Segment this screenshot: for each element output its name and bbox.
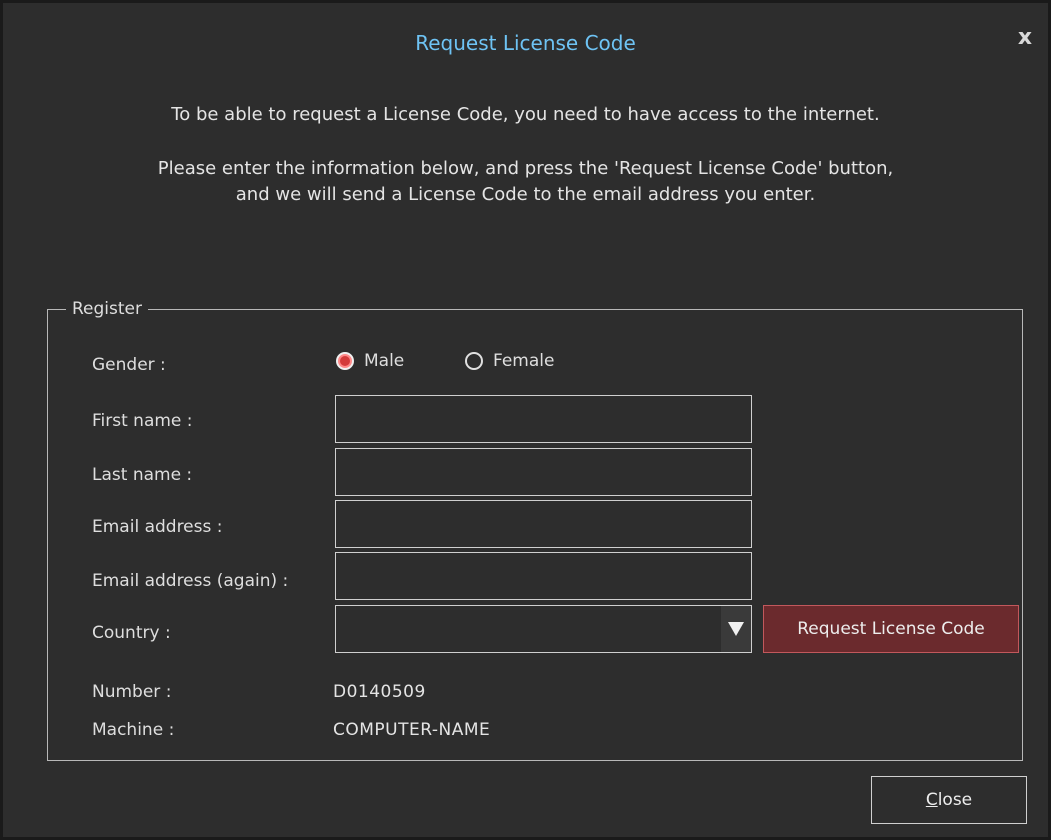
gender-male-label: Male <box>364 351 405 371</box>
dialog-title: Request License Code <box>415 31 636 55</box>
radio-unchecked-icon <box>465 352 483 370</box>
email-again-label: Email address (again) : <box>92 571 289 591</box>
gender-radio-female[interactable]: Female <box>465 349 554 373</box>
close-button[interactable]: Close <box>871 776 1027 824</box>
instructions-line-2: and we will send a License Code to the e… <box>235 184 816 205</box>
last-name-label: Last name : <box>92 465 193 485</box>
machine-value: COMPUTER-NAME <box>333 720 491 740</box>
email-again-input[interactable] <box>335 552 752 600</box>
first-name-label: First name : <box>92 411 193 431</box>
request-license-code-button[interactable]: Request License Code <box>763 605 1019 653</box>
close-button-mnemonic: C <box>925 790 938 810</box>
request-license-dialog: Request License Code x To be able to req… <box>0 0 1051 840</box>
gender-label: Gender : <box>92 355 166 375</box>
radio-checked-icon <box>336 352 354 370</box>
close-icon[interactable]: x <box>1014 27 1036 49</box>
close-button-label: lose <box>937 790 973 810</box>
instructions-text: Please enter the information below, and … <box>3 156 1048 208</box>
number-value: D0140509 <box>333 682 426 702</box>
machine-label: Machine : <box>92 720 175 740</box>
number-label: Number : <box>92 682 172 702</box>
register-legend: Register <box>66 296 148 322</box>
email-label: Email address : <box>92 517 223 537</box>
intro-text: To be able to request a License Code, yo… <box>3 102 1048 128</box>
country-label: Country : <box>92 623 171 643</box>
gender-radio-male[interactable]: Male <box>336 349 404 373</box>
instructions-line-1: Please enter the information below, and … <box>157 158 894 179</box>
triangle-down-icon[interactable] <box>721 606 751 652</box>
gender-female-label: Female <box>493 351 555 371</box>
intro-line-1: To be able to request a License Code, yo… <box>171 104 880 125</box>
email-input[interactable] <box>335 500 752 548</box>
country-select[interactable] <box>335 605 752 653</box>
last-name-input[interactable] <box>335 448 752 496</box>
first-name-input[interactable] <box>335 395 752 443</box>
